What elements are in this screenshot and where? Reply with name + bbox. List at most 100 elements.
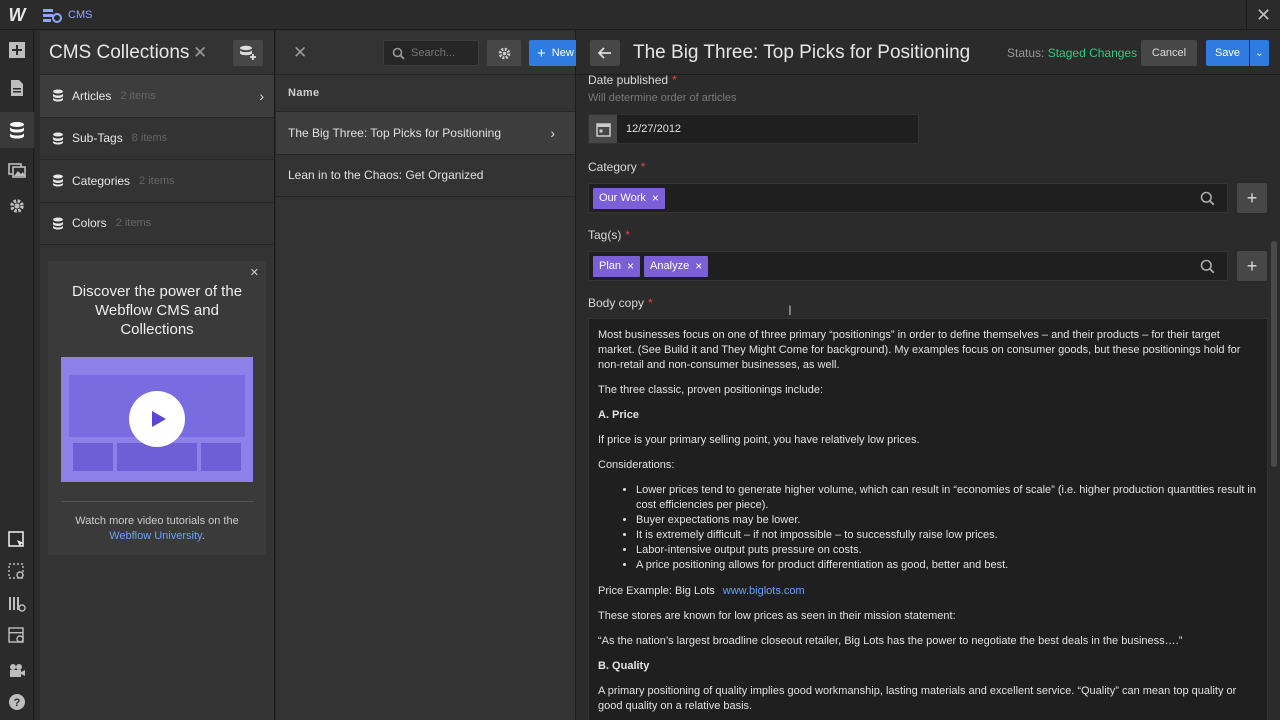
collection-settings-button[interactable] (487, 40, 521, 66)
promo-title: Discover the power of the Webflow CMS an… (71, 283, 243, 338)
list-item: Buyer expectations may be lower. (636, 513, 1258, 528)
play-icon (152, 411, 166, 427)
video-preview-card (117, 443, 157, 471)
body-copy-label: Body copy * (588, 296, 653, 310)
chevron-down-icon: ⌄ (1255, 47, 1264, 59)
promo-footer-text: Watch more video tutorials on the (75, 515, 239, 527)
collection-items-panel: ✕ Search... + New Name The Big Three: To… (276, 31, 576, 720)
body-paragraph: Considerations: (598, 459, 675, 471)
promo-video-thumbnail[interactable] (61, 357, 253, 482)
close-promo-button[interactable]: ✕ (250, 266, 259, 279)
required-mark: * (625, 228, 631, 242)
assets-icon[interactable] (0, 152, 34, 188)
body-paragraph: A primary positioning of quality implies… (598, 685, 1237, 712)
pages-icon[interactable] (0, 70, 34, 106)
select-icon[interactable] (0, 522, 34, 558)
arrow-left-icon (598, 47, 611, 59)
list-item[interactable]: The Big Three: Top Picks for Positioning… (276, 112, 575, 155)
plus-icon: + (1246, 187, 1258, 208)
collections-header: CMS Collections ✕ (40, 31, 274, 75)
body-paragraph: If price is your primary selling point, … (598, 434, 920, 446)
search-icon (392, 47, 405, 60)
category-label: Category * (588, 160, 646, 174)
category-field[interactable]: Our Work × (588, 183, 1228, 213)
editor-scrollbar[interactable] (1271, 241, 1277, 467)
remove-chip-icon[interactable]: × (652, 191, 659, 205)
text-cursor-icon: I (788, 302, 792, 318)
webflow-logo[interactable]: W (0, 0, 34, 30)
list-item: Lower prices tend to generate higher vol… (636, 483, 1258, 513)
biglots-link[interactable]: www.biglots.com (723, 585, 805, 597)
category-chip: Our Work × (593, 187, 665, 209)
chevron-right-icon: › (550, 125, 555, 141)
back-button[interactable] (590, 40, 620, 66)
date-published-field[interactable]: 12/27/2012 (588, 114, 919, 144)
help-icon[interactable]: ? (0, 684, 34, 720)
item-name: Lean in to the Chaos: Get Organized (288, 168, 484, 183)
tag-chip: Analyze × (644, 255, 709, 277)
collection-name: Sub-Tags (72, 131, 123, 146)
search-input[interactable]: Search... (383, 40, 479, 66)
cancel-button[interactable]: Cancel (1141, 40, 1197, 66)
close-items-button[interactable]: ✕ (293, 43, 307, 63)
add-database-icon (240, 45, 256, 60)
collection-item-colors[interactable]: Colors 2 items (40, 203, 274, 245)
calendar-button[interactable] (589, 115, 617, 143)
collection-item-articles[interactable]: Articles 2 items › (40, 75, 274, 118)
remove-chip-icon[interactable]: × (627, 259, 634, 273)
close-collections-button[interactable]: ✕ (193, 43, 207, 63)
date-published-hint: Will determine order of articles (588, 92, 737, 104)
webflow-university-link[interactable]: Webflow University (109, 530, 202, 542)
status-value: Staged Changes (1047, 46, 1138, 60)
close-cms-button[interactable]: ✕ (1246, 0, 1280, 30)
cms-section-label: CMS (42, 7, 92, 23)
items-header: ✕ Search... + New (276, 31, 576, 75)
required-mark: * (648, 296, 653, 310)
cms-icon[interactable] (0, 112, 34, 148)
date-value: 12/27/2012 (626, 123, 682, 135)
remove-chip-icon[interactable]: × (695, 259, 702, 273)
item-name: The Big Three: Top Picks for Positioning (288, 125, 501, 140)
layout-icon[interactable] (0, 618, 34, 654)
search-icon[interactable] (1200, 191, 1215, 209)
collection-name: Colors (72, 216, 107, 231)
search-placeholder: Search... (411, 47, 456, 59)
collections-title: CMS Collections (49, 42, 190, 63)
add-collection-button[interactable] (233, 40, 263, 66)
plus-icon: + (537, 44, 546, 62)
collection-count: 2 items (139, 174, 175, 187)
body-copy-editor[interactable]: Most businesses focus on one of three pr… (588, 318, 1268, 720)
preview-icon[interactable] (0, 554, 34, 590)
calendar-icon (595, 122, 611, 137)
tags-field[interactable]: Plan × Analyze × (588, 251, 1228, 281)
add-category-button[interactable]: + (1237, 183, 1267, 213)
name-column-header[interactable]: Name (276, 75, 575, 112)
date-published-label: Date published * (588, 75, 677, 87)
chevron-right-icon: › (259, 88, 264, 104)
database-icon (53, 174, 63, 187)
database-icon (53, 217, 63, 230)
play-button[interactable] (129, 391, 185, 447)
add-tag-button[interactable]: + (1237, 251, 1267, 281)
collection-item-categories[interactable]: Categories 2 items (40, 160, 274, 203)
add-icon[interactable] (0, 32, 34, 68)
grid-icon[interactable] (0, 586, 34, 622)
save-options-button[interactable]: ⌄ (1250, 40, 1269, 66)
search-icon[interactable] (1200, 259, 1215, 277)
top-bar: W CMS ✕ (0, 0, 1280, 30)
save-button[interactable]: Save (1206, 40, 1249, 66)
promo-footer: Watch more video tutorials on the Webflo… (56, 514, 258, 544)
collection-name: Articles (72, 88, 112, 103)
new-item-label: New (551, 47, 574, 59)
body-heading: A. Price (598, 409, 639, 421)
body-heading: B. Quality (598, 660, 650, 672)
database-icon (53, 89, 63, 102)
video-icon[interactable] (0, 652, 34, 688)
list-item[interactable]: Lean in to the Chaos: Get Organized (276, 155, 575, 197)
new-item-button[interactable]: + New (529, 40, 576, 66)
collection-item-sub-tags[interactable]: Sub-Tags 8 items (40, 118, 274, 160)
collection-count: 2 items (115, 217, 152, 230)
list-item: Labor-intensive output puts pressure on … (636, 543, 1258, 558)
body-quote: “As the nation’s largest broadline close… (598, 635, 1183, 647)
settings-icon[interactable] (0, 188, 34, 224)
